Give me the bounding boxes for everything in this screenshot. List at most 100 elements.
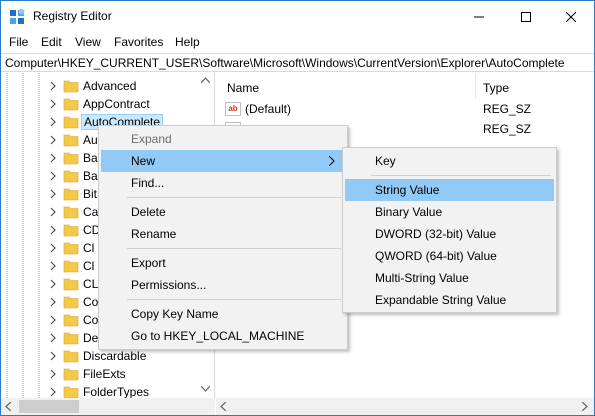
menu-item-goto-hklm[interactable]: Go to HKEY_LOCAL_MACHINE <box>101 325 345 347</box>
values-horizontal-scrollbar[interactable] <box>216 398 594 415</box>
minimize-icon <box>474 16 484 17</box>
menu-item-label: Go to HKEY_LOCAL_MACHINE <box>131 329 305 343</box>
menu-item-label: DWORD (32-bit) Value <box>375 227 497 241</box>
menu-file[interactable]: File <box>9 35 28 49</box>
menu-separator <box>127 248 341 249</box>
column-header-name[interactable]: Name <box>227 73 259 99</box>
folder-icon <box>63 224 79 237</box>
address-bar[interactable]: Computer\HKEY_CURRENT_USER\Software\Micr… <box>1 53 594 72</box>
folder-icon <box>63 98 79 111</box>
folder-icon <box>63 386 79 398</box>
chevron-right-icon[interactable] <box>49 135 57 145</box>
folder-icon <box>63 134 79 147</box>
menu-item-label: Rename <box>131 227 177 241</box>
tree-item-label: Bit <box>83 187 98 201</box>
chevron-right-icon[interactable] <box>49 369 57 379</box>
string-value-icon: ab <box>225 102 241 116</box>
chevron-right-icon[interactable] <box>49 81 57 91</box>
menu-item-label: Copy Key Name <box>131 307 219 321</box>
tree-horizontal-scrollbar[interactable] <box>1 398 215 415</box>
menu-item-label: Delete <box>131 205 166 219</box>
chevron-right-icon[interactable] <box>49 99 57 109</box>
scroll-left-arrow-icon[interactable] <box>220 402 226 411</box>
menu-separator <box>127 197 341 198</box>
folder-icon <box>63 296 79 309</box>
menu-item-new[interactable]: New <box>101 150 345 172</box>
chevron-right-icon[interactable] <box>49 315 57 325</box>
folder-icon <box>63 332 79 345</box>
column-header-type[interactable]: Type <box>483 73 509 99</box>
tree-item-label: FolderTypes <box>83 385 150 398</box>
submenu-item-string-value[interactable]: String Value <box>345 179 554 201</box>
chevron-right-icon[interactable] <box>49 387 57 397</box>
maximize-icon <box>521 11 531 22</box>
minimize-button[interactable] <box>456 1 502 32</box>
menu-item-label: Key <box>375 154 396 168</box>
context-menu: Expand New Find... Delete Rename Export … <box>98 125 348 350</box>
column-divider[interactable] <box>475 73 476 99</box>
submenu-item-multi-string-value[interactable]: Multi-String Value <box>345 267 554 289</box>
menu-help[interactable]: Help <box>175 35 200 49</box>
submenu-item-expandable-string-value[interactable]: Expandable String Value <box>345 289 554 311</box>
tree-item-label: Ba <box>83 151 98 165</box>
menu-item-find[interactable]: Find... <box>101 172 345 194</box>
scroll-thumb[interactable] <box>19 400 79 413</box>
chevron-right-icon[interactable] <box>49 261 57 271</box>
chevron-right-icon[interactable] <box>49 171 57 181</box>
submenu-item-dword-value[interactable]: DWORD (32-bit) Value <box>345 223 554 245</box>
tree-item-label: FileExts <box>83 367 126 381</box>
chevron-right-icon[interactable] <box>49 117 57 127</box>
value-row[interactable]: ab (Default) REG_SZ <box>217 99 594 119</box>
menu-item-label: Permissions... <box>131 278 207 292</box>
chevron-right-icon[interactable] <box>49 351 57 361</box>
menu-bar: File Edit View Favorites Help <box>1 32 594 52</box>
submenu-item-qword-value[interactable]: QWORD (64-bit) Value <box>345 245 554 267</box>
tree-item-label: Co <box>83 295 99 309</box>
menu-item-export[interactable]: Export <box>101 252 345 274</box>
submenu-item-key[interactable]: Key <box>345 150 554 172</box>
menu-item-copy-key-name[interactable]: Copy Key Name <box>101 303 345 325</box>
folder-icon <box>63 242 79 255</box>
chevron-right-icon[interactable] <box>49 225 57 235</box>
scroll-left-arrow-icon[interactable] <box>5 402 11 411</box>
tree-item[interactable]: FolderTypes <box>1 381 211 398</box>
chevron-right-icon[interactable] <box>49 189 57 199</box>
menu-item-permissions[interactable]: Permissions... <box>101 274 345 296</box>
tree-item-label: De <box>83 331 99 345</box>
menu-edit[interactable]: Edit <box>41 35 62 49</box>
value-name: (Default) <box>245 102 292 116</box>
chevron-right-icon[interactable] <box>49 243 57 253</box>
chevron-right-icon[interactable] <box>49 207 57 217</box>
scroll-down-arrow-icon[interactable] <box>201 386 210 392</box>
menu-item-delete[interactable]: Delete <box>101 201 345 223</box>
menu-item-label: New <box>131 154 156 168</box>
scroll-up-arrow-icon[interactable] <box>201 77 210 83</box>
submenu-item-binary-value[interactable]: Binary Value <box>345 201 554 223</box>
menu-item-label: Expand <box>131 132 172 146</box>
maximize-button[interactable] <box>503 1 549 32</box>
value-type: REG_SZ <box>483 122 532 136</box>
tree-item-label: Ba <box>83 169 98 183</box>
menu-item-rename[interactable]: Rename <box>101 223 345 245</box>
folder-icon <box>63 350 79 363</box>
close-button[interactable] <box>548 1 594 32</box>
menu-item-expand[interactable]: Expand <box>101 128 345 150</box>
folder-icon <box>63 80 79 93</box>
menu-separator <box>371 175 551 176</box>
folder-icon <box>63 278 79 291</box>
chevron-right-icon[interactable] <box>49 333 57 343</box>
chevron-right-icon <box>329 156 335 166</box>
tree-item-label: Au <box>83 133 98 147</box>
folder-icon <box>63 260 79 273</box>
tree-item-label: CL <box>83 277 99 291</box>
title-bar[interactable]: Registry Editor <box>1 1 594 32</box>
menu-favorites[interactable]: Favorites <box>114 35 163 49</box>
new-submenu: Key String Value Binary Value DWORD (32-… <box>342 147 557 313</box>
folder-icon <box>63 206 79 219</box>
chevron-right-icon[interactable] <box>49 297 57 307</box>
chevron-right-icon[interactable] <box>49 279 57 289</box>
folder-icon <box>63 368 79 381</box>
scroll-right-arrow-icon[interactable] <box>582 402 588 411</box>
menu-view[interactable]: View <box>75 35 101 49</box>
chevron-right-icon[interactable] <box>49 153 57 163</box>
